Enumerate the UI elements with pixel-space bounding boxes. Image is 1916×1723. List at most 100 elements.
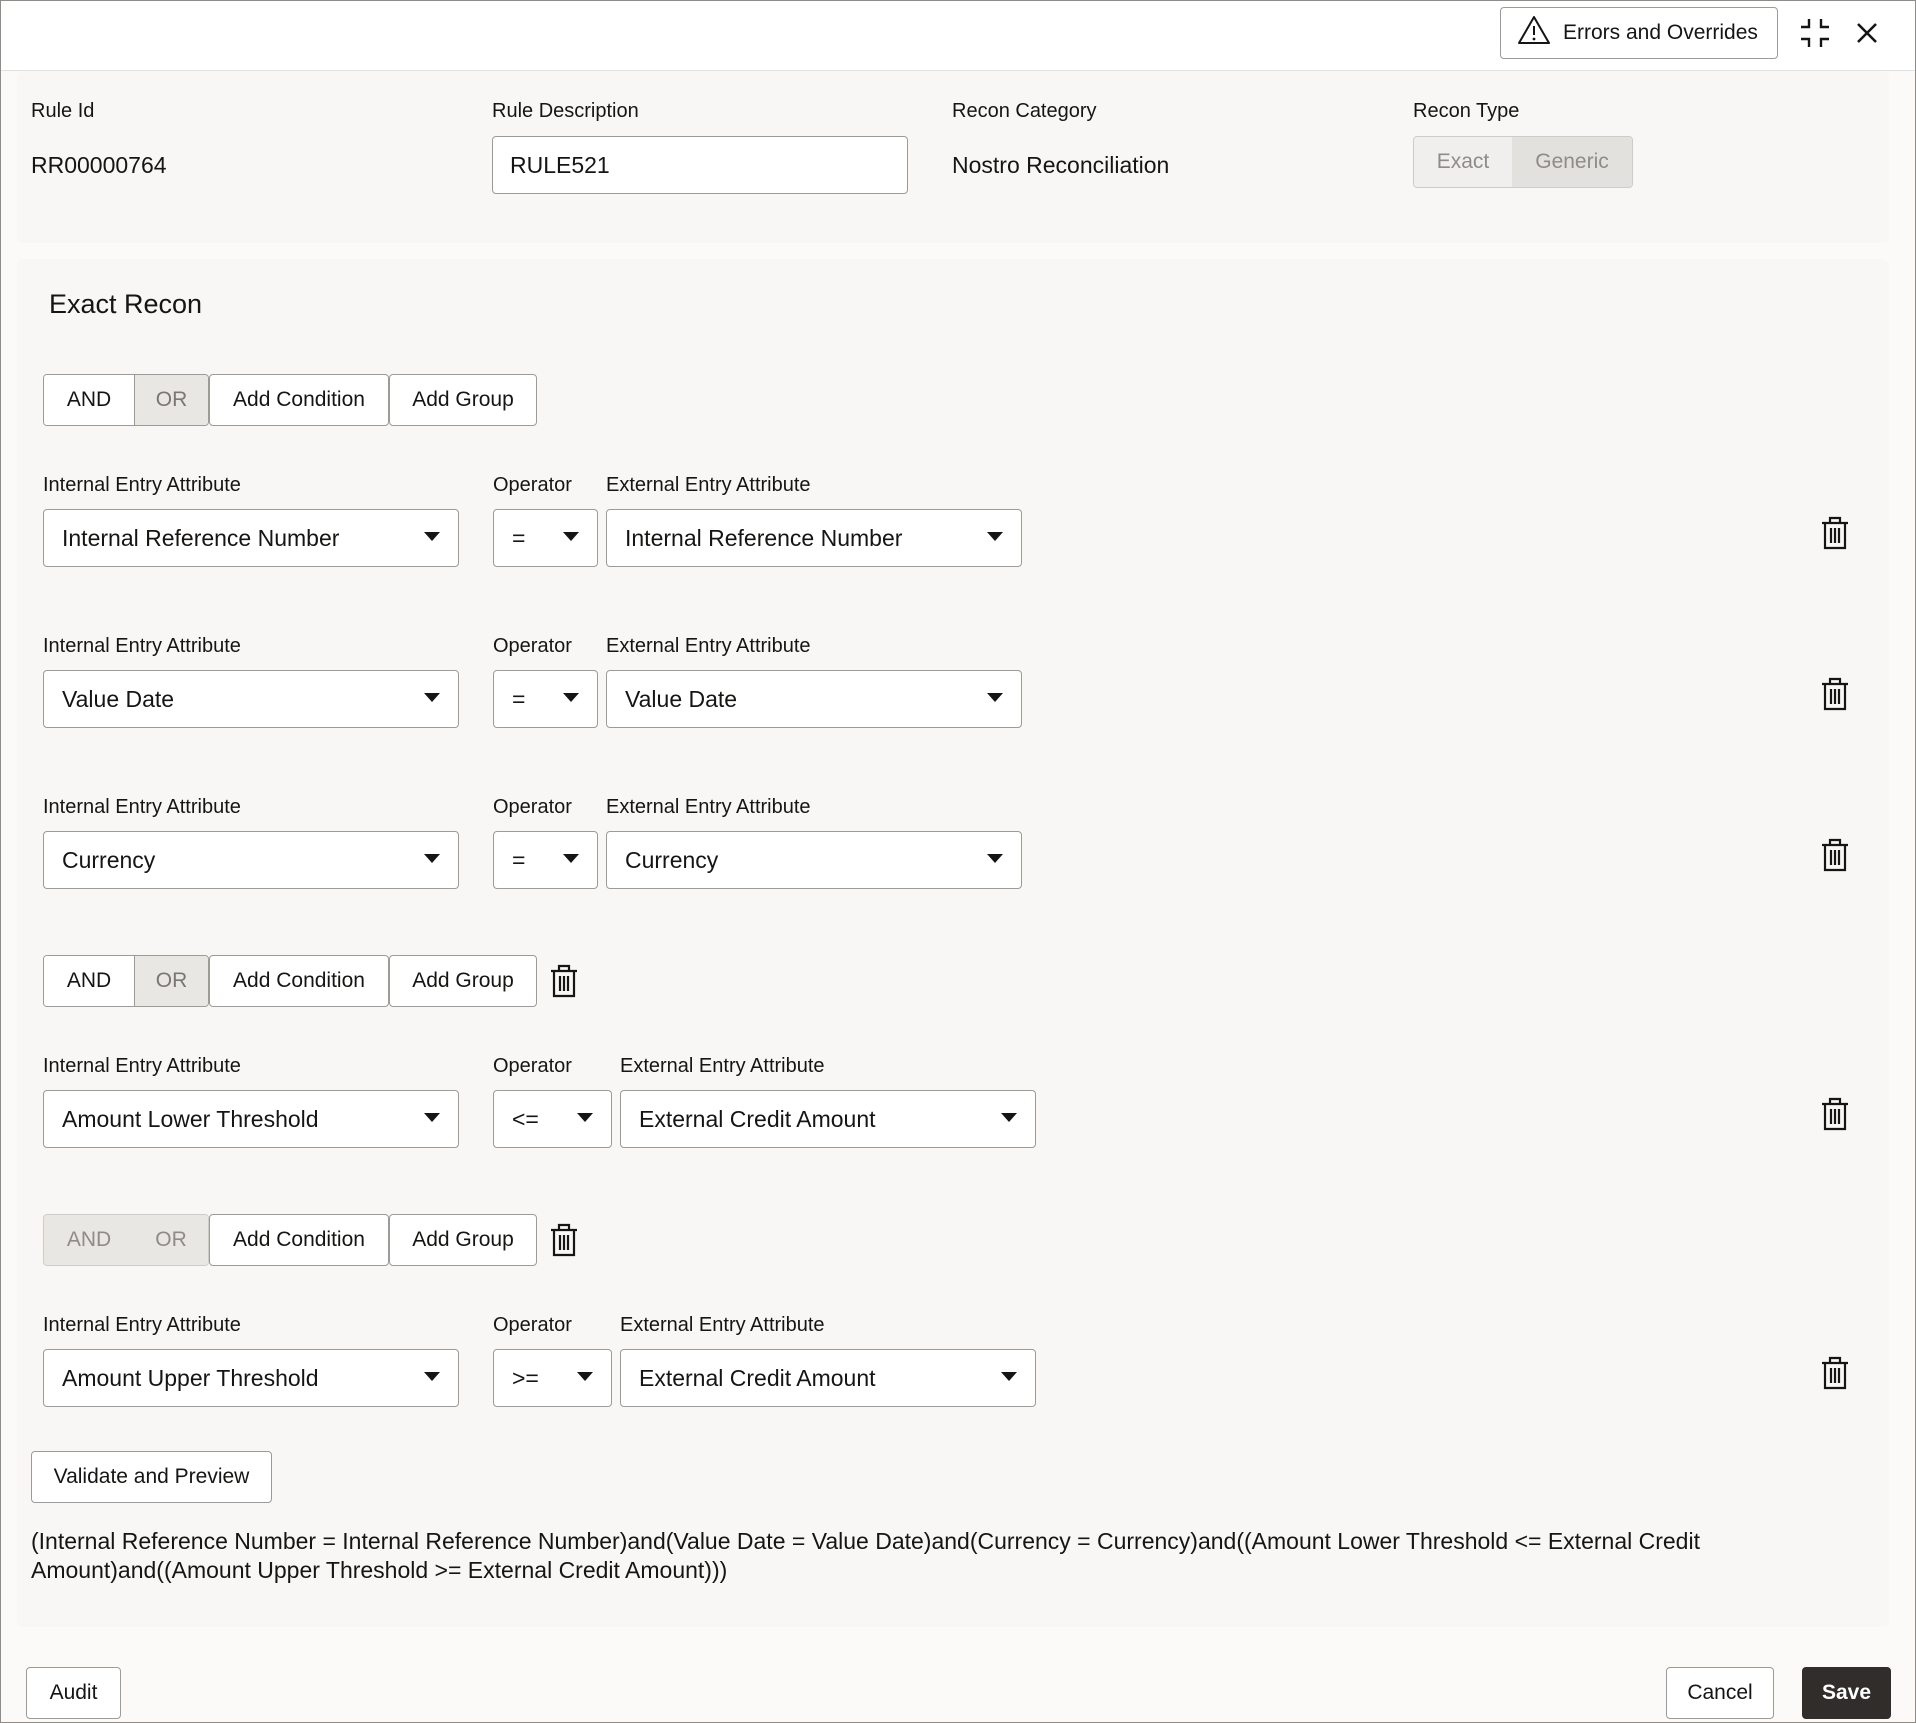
recon-type-generic[interactable]: Generic — [1512, 137, 1632, 187]
external-attribute-value: Internal Reference Number — [625, 524, 903, 551]
rule-id-value: RR00000764 — [31, 152, 167, 178]
operator-label: Operator — [493, 474, 572, 496]
rule-description-value: RULE521 — [510, 151, 610, 178]
operator-select[interactable]: = — [493, 670, 598, 728]
add-group-button[interactable]: Add Group — [389, 374, 537, 426]
delete-condition-icon[interactable] — [1819, 837, 1851, 873]
and-option[interactable]: AND — [44, 956, 134, 1006]
chevron-down-icon — [424, 854, 440, 863]
operator-label: Operator — [493, 796, 572, 818]
rule-description-input[interactable]: RULE521 — [492, 136, 908, 194]
or-option[interactable]: OR — [134, 1215, 208, 1265]
validate-and-preview-button[interactable]: Validate and Preview — [31, 1451, 272, 1503]
add-group-button[interactable]: Add Group — [389, 955, 537, 1007]
rule-description-label: Rule Description — [492, 100, 639, 122]
footer-bar — [1, 1631, 1915, 1722]
chevron-down-icon — [987, 854, 1003, 863]
operator-value: = — [512, 524, 526, 551]
recon-type-exact[interactable]: Exact — [1414, 137, 1512, 187]
warning-icon — [1517, 14, 1551, 52]
internal-attribute-value: Internal Reference Number — [62, 524, 340, 551]
delete-condition-icon[interactable] — [1819, 515, 1851, 551]
external-attribute-value: Value Date — [625, 685, 738, 712]
external-attribute-select[interactable]: External Credit Amount — [620, 1349, 1036, 1407]
external-attribute-label: External Entry Attribute — [606, 796, 811, 818]
external-attribute-label: External Entry Attribute — [606, 474, 811, 496]
audit-button[interactable]: Audit — [26, 1667, 121, 1719]
external-attribute-select[interactable]: Internal Reference Number — [606, 509, 1022, 567]
add-condition-button[interactable]: Add Condition — [209, 374, 389, 426]
close-icon[interactable] — [1847, 13, 1887, 53]
add-condition-button[interactable]: Add Condition — [209, 955, 389, 1007]
internal-attribute-label: Internal Entry Attribute — [43, 796, 241, 818]
operator-label: Operator — [493, 1314, 572, 1336]
recon-category-label: Recon Category — [952, 100, 1097, 122]
chevron-down-icon — [987, 693, 1003, 702]
exact-recon-panel — [17, 259, 1889, 1627]
chevron-down-icon — [563, 693, 579, 702]
chevron-down-icon — [577, 1113, 593, 1122]
rule-editor-window: Errors and Overrides Rule Id RR00000764 … — [0, 0, 1916, 1723]
delete-condition-icon[interactable] — [1819, 1096, 1851, 1132]
operator-select[interactable]: = — [493, 509, 598, 567]
internal-attribute-select[interactable]: Currency — [43, 831, 459, 889]
minimize-icon[interactable] — [1795, 13, 1835, 53]
recon-category-value: Nostro Reconciliation — [952, 152, 1170, 178]
chevron-down-icon — [563, 532, 579, 541]
external-attribute-value: External Credit Amount — [639, 1364, 876, 1391]
internal-attribute-select[interactable]: Amount Upper Threshold — [43, 1349, 459, 1407]
chevron-down-icon — [424, 1372, 440, 1381]
group-3-and-or-toggle[interactable]: AND OR — [43, 1214, 209, 1266]
operator-select[interactable]: >= — [493, 1349, 612, 1407]
chevron-down-icon — [987, 532, 1003, 541]
chevron-down-icon — [424, 532, 440, 541]
external-attribute-value: Currency — [625, 846, 719, 873]
delete-group-icon[interactable] — [548, 963, 580, 999]
add-condition-button[interactable]: Add Condition — [209, 1214, 389, 1266]
internal-attribute-label: Internal Entry Attribute — [43, 1314, 241, 1336]
chevron-down-icon — [577, 1372, 593, 1381]
and-option[interactable]: AND — [44, 1215, 134, 1265]
and-option[interactable]: AND — [44, 375, 134, 425]
internal-attribute-label: Internal Entry Attribute — [43, 635, 241, 657]
group-1-and-or-toggle[interactable]: AND OR — [43, 374, 209, 426]
or-option[interactable]: OR — [134, 956, 208, 1006]
internal-attribute-value: Value Date — [62, 685, 175, 712]
internal-attribute-value: Amount Lower Threshold — [62, 1105, 319, 1132]
internal-attribute-value: Currency — [62, 846, 156, 873]
errors-and-overrides-button[interactable]: Errors and Overrides — [1500, 7, 1778, 59]
operator-value: = — [512, 685, 526, 712]
delete-condition-icon[interactable] — [1819, 676, 1851, 712]
external-attribute-label: External Entry Attribute — [620, 1055, 825, 1077]
internal-attribute-value: Amount Upper Threshold — [62, 1364, 319, 1391]
internal-attribute-select[interactable]: Value Date — [43, 670, 459, 728]
or-option[interactable]: OR — [134, 375, 208, 425]
operator-value: >= — [512, 1364, 539, 1391]
chevron-down-icon — [1001, 1372, 1017, 1381]
operator-select[interactable]: = — [493, 831, 598, 889]
external-attribute-select[interactable]: External Credit Amount — [620, 1090, 1036, 1148]
operator-select[interactable]: <= — [493, 1090, 612, 1148]
section-title: Exact Recon — [49, 289, 203, 319]
internal-attribute-label: Internal Entry Attribute — [43, 1055, 241, 1077]
delete-group-icon[interactable] — [548, 1222, 580, 1258]
chevron-down-icon — [424, 693, 440, 702]
operator-label: Operator — [493, 1055, 572, 1077]
internal-attribute-select[interactable]: Amount Lower Threshold — [43, 1090, 459, 1148]
recon-type-label: Recon Type — [1413, 100, 1520, 122]
internal-attribute-select[interactable]: Internal Reference Number — [43, 509, 459, 567]
top-bar: Errors and Overrides — [1, 1, 1915, 71]
external-attribute-label: External Entry Attribute — [620, 1314, 825, 1336]
group-2-and-or-toggle[interactable]: AND OR — [43, 955, 209, 1007]
cancel-button[interactable]: Cancel — [1666, 1667, 1774, 1719]
save-button[interactable]: Save — [1802, 1667, 1891, 1719]
operator-label: Operator — [493, 635, 572, 657]
external-attribute-select[interactable]: Value Date — [606, 670, 1022, 728]
recon-type-toggle[interactable]: Exact Generic — [1413, 136, 1633, 188]
rule-id-label: Rule Id — [31, 100, 95, 122]
add-group-button[interactable]: Add Group — [389, 1214, 537, 1266]
delete-condition-icon[interactable] — [1819, 1355, 1851, 1391]
internal-attribute-label: Internal Entry Attribute — [43, 474, 241, 496]
chevron-down-icon — [563, 854, 579, 863]
external-attribute-select[interactable]: Currency — [606, 831, 1022, 889]
